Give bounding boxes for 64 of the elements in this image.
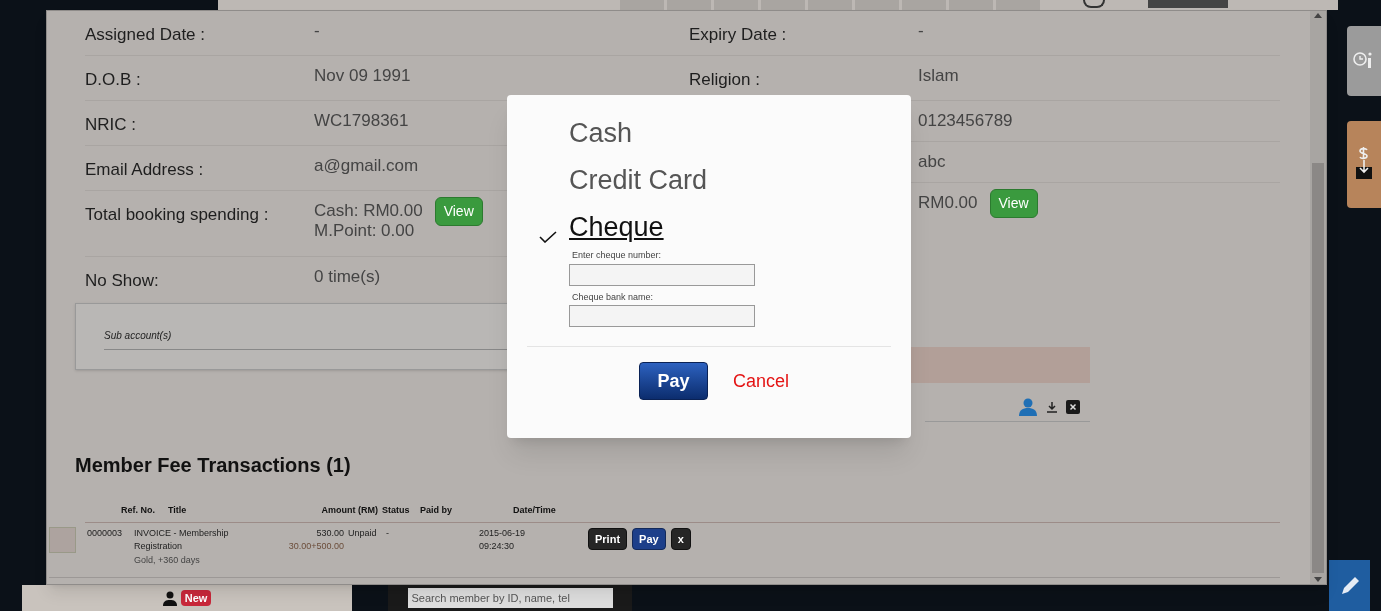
field-value: abc [918,152,946,172]
table-cell-text: 09:24:30 [479,540,516,553]
field-label: No Show: [85,270,160,291]
row-action-button[interactable]: x [670,527,691,550]
delete-icon[interactable] [1066,400,1080,414]
section-title: Member Fee Transactions (1) [75,453,352,478]
row-action-button[interactable]: Print [588,527,628,550]
field-label: Email Address : [85,159,205,180]
history-tab[interactable] [1347,26,1381,96]
row-action-button[interactable]: Pay [632,527,666,550]
pay-button[interactable]: Pay [639,362,708,400]
checkmark-icon [539,231,557,243]
scroll-up-icon[interactable] [1314,13,1322,18]
column-header: Title [168,504,188,517]
field-value: a@gmail.com [314,156,419,176]
table-cell: 530.00 [316,526,344,540]
payment-method-option[interactable]: Cheque [569,211,664,243]
download-icon[interactable] [1046,401,1058,413]
new-badge: New [180,589,212,607]
input-label: Enter cheque number: [571,249,662,262]
field-value: 0 time(s) [314,267,381,287]
field-value: WC1798361 [314,111,409,131]
column-header: Paid by [420,504,453,517]
column-header: Ref. No. [121,504,156,517]
column-header: Amount (RM) [320,504,378,517]
input-field[interactable] [569,305,755,327]
table-cell-text: - [386,526,390,540]
column-header: Status [381,504,411,517]
table-cell-text: INVOICE - Membership Registration [134,526,230,553]
table-cell-text: Unpaid [347,526,378,540]
field-value: Nov 09 1991 [314,66,411,86]
edit-button[interactable] [1329,560,1370,611]
field-label: Total booking spending : [85,204,270,226]
field-value: Cash: RM0.00 [314,201,423,221]
cancel-link[interactable]: Cancel [733,367,789,395]
field-label: D.O.B : [85,69,142,90]
payment-method-option[interactable]: Credit Card [569,164,708,196]
payment-method-option[interactable]: Cash [569,117,633,149]
row-swatch [49,526,76,553]
field-value: - [314,21,320,41]
table-cell-text: 2015-06-19 [479,526,527,540]
input-label: Cheque bank name: [571,290,654,304]
field-value: 0123456789 [918,111,1013,131]
field-value: Islam [918,66,959,86]
field-value: RM0.00 [918,193,978,213]
field-value: M.Point: 0.00 [314,221,416,241]
field-label: Expiry Date : [689,24,788,45]
input-field[interactable] [569,263,755,286]
table-cell-text: 30.00+500.00 [288,540,344,553]
table-cell-text: 0000003 [87,526,124,540]
field-value: - [918,21,924,41]
user-icon[interactable] [1018,398,1038,416]
scroll-down-icon[interactable] [1314,577,1322,582]
field-label: Assigned Date : [85,24,206,45]
payment-tab[interactable] [1347,121,1381,208]
field-label: NRIC : [85,114,137,135]
scrollbar-thumb[interactable] [1312,163,1324,573]
search-field[interactable]: Search member by ID, name, tel [407,588,613,608]
person-icon [162,590,177,606]
field-label: Religion : [689,69,761,90]
table-cell-text: Gold, +360 days [134,553,201,567]
column-header: Date/Time [513,504,557,517]
view-button[interactable]: View [434,197,483,226]
view-button[interactable]: View [989,189,1038,218]
